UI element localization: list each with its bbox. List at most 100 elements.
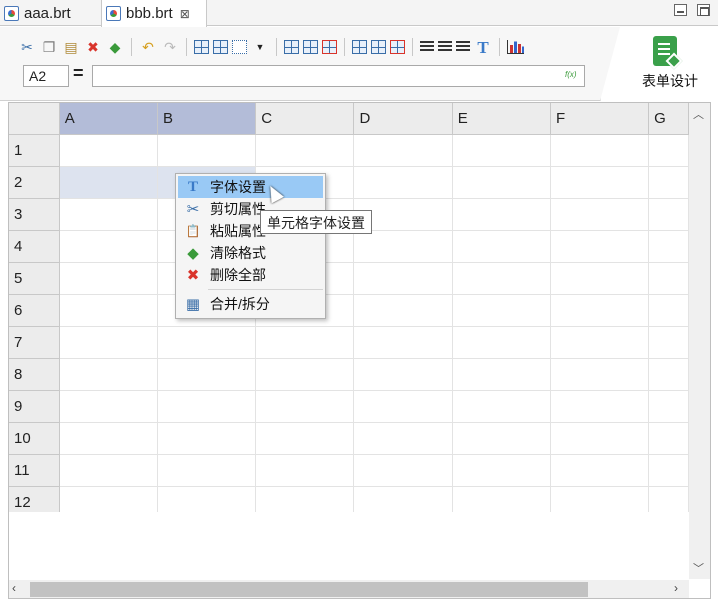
- column-header-c[interactable]: C: [255, 102, 355, 135]
- form-design-icon[interactable]: [653, 36, 677, 66]
- sheet-cell[interactable]: [549, 486, 650, 512]
- undo-icon[interactable]: ↶: [139, 38, 157, 56]
- sheet-cell[interactable]: [451, 454, 551, 487]
- sheet-cell[interactable]: [648, 326, 689, 359]
- sheet-cell[interactable]: [255, 326, 355, 359]
- row-header[interactable]: 12: [8, 486, 60, 512]
- sheet-cell[interactable]: [353, 134, 453, 167]
- column-header-a[interactable]: A: [58, 102, 158, 135]
- sheet-cell[interactable]: [156, 422, 257, 455]
- sheet-cell[interactable]: [353, 422, 453, 455]
- sheet-cell[interactable]: [156, 390, 257, 423]
- sheet-cell[interactable]: [648, 134, 689, 167]
- row-header[interactable]: 3: [8, 198, 60, 231]
- sheet-cell[interactable]: [451, 134, 551, 167]
- tab-bbb[interactable]: bbb.brt ⊠: [101, 0, 207, 27]
- sheet-cell[interactable]: [353, 294, 453, 327]
- sheet-cell[interactable]: [156, 358, 257, 391]
- sheet-cell[interactable]: [648, 454, 689, 487]
- sheet-cell[interactable]: [549, 134, 650, 167]
- scroll-up-icon[interactable]: ︿: [693, 106, 704, 122]
- sheet-cell[interactable]: [58, 134, 158, 167]
- sheet-cell[interactable]: [451, 262, 551, 295]
- fx-icon[interactable]: f(x): [565, 70, 577, 79]
- dropdown-arrow-icon[interactable]: ▼: [251, 38, 269, 56]
- sheet-cell[interactable]: [353, 390, 453, 423]
- scissors-icon[interactable]: ✂: [18, 38, 36, 56]
- row-header[interactable]: 1: [8, 134, 60, 167]
- sheet-cell[interactable]: [353, 262, 453, 295]
- sheet-cell[interactable]: [451, 198, 551, 231]
- row-header[interactable]: 5: [8, 262, 60, 295]
- sheet-cell[interactable]: [58, 198, 158, 231]
- sheet-cell[interactable]: [156, 134, 257, 167]
- sheet-cell[interactable]: [255, 486, 355, 512]
- sheet-cell[interactable]: [58, 166, 158, 199]
- sheet-cell[interactable]: [451, 294, 551, 327]
- sheet-cell[interactable]: [353, 358, 453, 391]
- sheet-cell[interactable]: [549, 198, 650, 231]
- border-icon[interactable]: [232, 40, 247, 54]
- scroll-down-icon[interactable]: ﹀: [693, 560, 704, 576]
- align-center-icon[interactable]: [438, 41, 452, 53]
- column-header-d[interactable]: D: [353, 102, 453, 135]
- merge-cells-icon[interactable]: [194, 40, 209, 54]
- tab-aaa[interactable]: aaa.brt: [0, 0, 100, 26]
- insert-col-right-icon[interactable]: [371, 40, 386, 54]
- delete-row-icon[interactable]: [322, 40, 337, 54]
- delete-icon[interactable]: ✖: [84, 38, 102, 56]
- sheet-cell[interactable]: [549, 454, 650, 487]
- sheet-cell[interactable]: [648, 294, 689, 327]
- select-all-corner[interactable]: [8, 102, 60, 135]
- sheet-cell[interactable]: [58, 422, 158, 455]
- row-header[interactable]: 8: [8, 358, 60, 391]
- sheet-cell[interactable]: [549, 326, 650, 359]
- formula-input[interactable]: [92, 65, 585, 87]
- sheet-cell[interactable]: [648, 198, 689, 231]
- row-header[interactable]: 9: [8, 390, 60, 423]
- sheet-cell[interactable]: [451, 390, 551, 423]
- vertical-scrollbar[interactable]: [689, 102, 711, 579]
- menu-item-font-settings[interactable]: T 字体设置: [178, 176, 323, 198]
- sheet-cell[interactable]: [648, 422, 689, 455]
- column-header-g[interactable]: G: [648, 102, 689, 135]
- column-header-e[interactable]: E: [451, 102, 551, 135]
- sheet-cell[interactable]: [549, 262, 650, 295]
- horizontal-scroll-thumb[interactable]: [30, 582, 588, 597]
- scroll-left-icon[interactable]: ‹: [12, 581, 16, 595]
- menu-item-merge-split[interactable]: ▦ 合并/拆分: [178, 293, 323, 315]
- row-header[interactable]: 10: [8, 422, 60, 455]
- insert-row-below-icon[interactable]: [303, 40, 318, 54]
- sheet-cell[interactable]: [648, 358, 689, 391]
- sheet-cell[interactable]: [451, 166, 551, 199]
- sheet-cell[interactable]: [58, 262, 158, 295]
- sheet-cell[interactable]: [58, 358, 158, 391]
- sheet-cell[interactable]: [58, 390, 158, 423]
- sheet-cell[interactable]: [255, 358, 355, 391]
- menu-item-clear-format[interactable]: ◆ 清除格式: [178, 242, 323, 264]
- sheet-cell[interactable]: [353, 454, 453, 487]
- sheet-cell[interactable]: [451, 486, 551, 512]
- sheet-cell[interactable]: [549, 294, 650, 327]
- sheet-cell[interactable]: [353, 230, 453, 263]
- sheet-cell[interactable]: [648, 230, 689, 263]
- align-left-icon[interactable]: [420, 41, 434, 53]
- sheet-cell[interactable]: [451, 358, 551, 391]
- sheet-cell[interactable]: [58, 230, 158, 263]
- sheet-cell[interactable]: [58, 326, 158, 359]
- delete-col-icon[interactable]: [390, 40, 405, 54]
- row-header[interactable]: 2: [8, 166, 60, 199]
- sheet-cell[interactable]: [255, 134, 355, 167]
- sheet-cell[interactable]: [549, 166, 650, 199]
- eraser-icon[interactable]: ◆: [106, 38, 124, 56]
- maximize-button[interactable]: [697, 4, 710, 16]
- sheet-cell[interactable]: [255, 390, 355, 423]
- sheet-cell[interactable]: [156, 454, 257, 487]
- sheet-cell[interactable]: [255, 422, 355, 455]
- row-header[interactable]: 6: [8, 294, 60, 327]
- redo-icon[interactable]: ↷: [161, 38, 179, 56]
- chart-icon[interactable]: [507, 40, 524, 54]
- sheet-cell[interactable]: [549, 230, 650, 263]
- row-header[interactable]: 11: [8, 454, 60, 487]
- sheet-cell[interactable]: [549, 358, 650, 391]
